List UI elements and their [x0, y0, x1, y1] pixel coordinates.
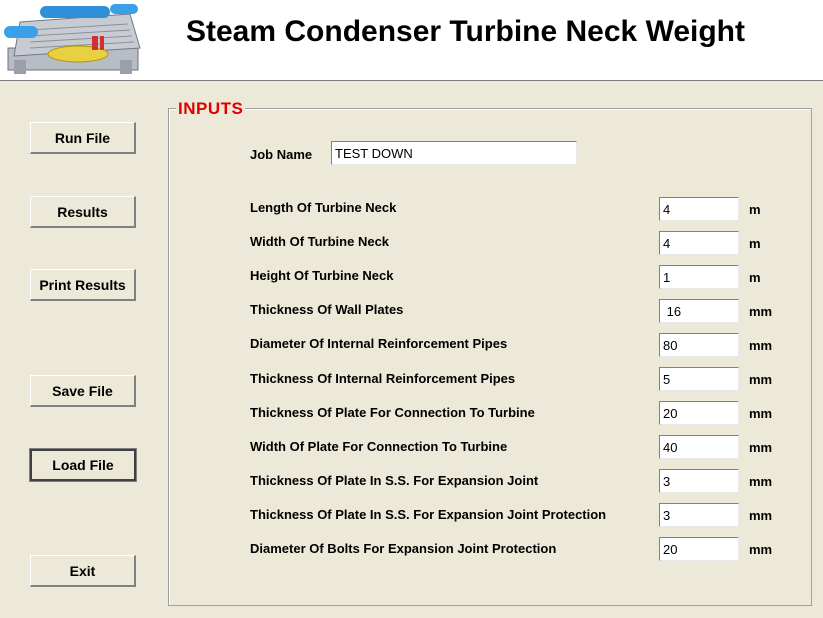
results-button[interactable]: Results [30, 196, 136, 228]
joint-protection-unit: mm [749, 508, 773, 523]
thickness-internal-pipes-input[interactable] [659, 367, 739, 391]
save-file-button[interactable]: Save File [30, 375, 136, 407]
thickness-of-wall-plates-label: Thickness Of Wall Plates [250, 302, 404, 317]
header-bar: Steam Condenser Turbine Neck Weight [0, 0, 823, 81]
print-results-button[interactable]: Print Results [30, 269, 136, 301]
load-file-button[interactable]: Load File [29, 448, 137, 482]
expansion-joint-unit: mm [749, 474, 773, 489]
thickness-ss-joint-protection-label: Thickness Of Plate In S.S. For Expansion… [250, 507, 607, 522]
diameter-bolts-label: Diameter Of Bolts For Expansion Joint Pr… [250, 541, 557, 556]
thickness-connection-plate-label: Thickness Of Plate For Connection To Tur… [250, 405, 535, 420]
thickness-connection-unit: mm [749, 406, 773, 421]
length-unit: m [749, 202, 761, 217]
thickness-ss-expansion-joint-label: Thickness Of Plate In S.S. For Expansion… [250, 473, 539, 488]
app-title: Steam Condenser Turbine Neck Weight [186, 15, 745, 48]
thickness-of-wall-plates-input[interactable] [659, 299, 739, 323]
thickness-internal-pipes-label: Thickness Of Internal Reinforcement Pipe… [250, 371, 516, 386]
diameter-internal-pipes-input[interactable] [659, 333, 739, 357]
height-unit: m [749, 270, 761, 285]
exit-button[interactable]: Exit [30, 555, 136, 587]
condenser-logo-image [0, 0, 152, 78]
width-of-turbine-neck-label: Width Of Turbine Neck [250, 234, 390, 249]
thickness-ss-expansion-joint-input[interactable] [659, 469, 739, 493]
inputs-legend: INPUTS [176, 99, 246, 119]
thickness-pipes-unit: mm [749, 372, 773, 387]
inputs-group-box [168, 108, 812, 606]
run-file-button[interactable]: Run File [30, 122, 136, 154]
width-connection-plate-label: Width Of Plate For Connection To Turbine [250, 439, 508, 454]
height-of-turbine-neck-label: Height Of Turbine Neck [250, 268, 394, 283]
diameter-internal-pipes-label: Diameter Of Internal Reinforcement Pipes [250, 336, 508, 351]
height-of-turbine-neck-input[interactable] [659, 265, 739, 289]
wall-plates-unit: mm [749, 304, 773, 319]
job-name-input[interactable] [331, 141, 577, 165]
length-of-turbine-neck-input[interactable] [659, 197, 739, 221]
thickness-connection-plate-input[interactable] [659, 401, 739, 425]
diameter-pipes-unit: mm [749, 338, 773, 353]
width-unit: m [749, 236, 761, 251]
diameter-bolts-input[interactable] [659, 537, 739, 561]
width-connection-unit: mm [749, 440, 773, 455]
bolts-unit: mm [749, 542, 773, 557]
thickness-ss-joint-protection-input[interactable] [659, 503, 739, 527]
width-of-turbine-neck-input[interactable] [659, 231, 739, 255]
width-connection-plate-input[interactable] [659, 435, 739, 459]
job-name-label: Job Name [250, 147, 313, 162]
length-of-turbine-neck-label: Length Of Turbine Neck [250, 200, 397, 215]
